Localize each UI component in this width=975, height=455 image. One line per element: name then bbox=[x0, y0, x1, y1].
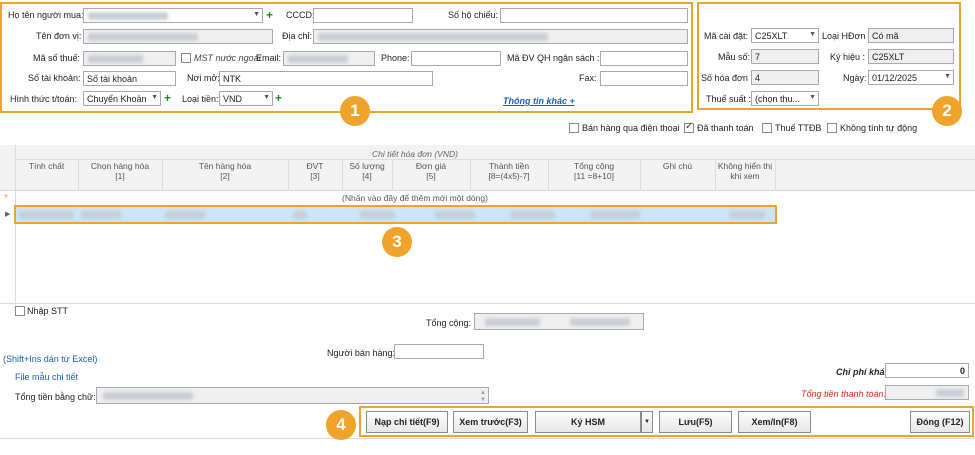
grand-total-label: Tổng tiền thanh toán: bbox=[801, 389, 887, 399]
badge-3: 3 bbox=[382, 227, 412, 257]
grand-total-field bbox=[885, 385, 969, 400]
other-fee-field[interactable]: 0 bbox=[885, 363, 969, 378]
badge-1: 1 bbox=[340, 96, 370, 126]
new-row-icon: * bbox=[4, 193, 8, 204]
col-header: ĐVT [3] bbox=[306, 161, 324, 181]
sample-file-link[interactable]: File mẫu chi tiết bbox=[15, 372, 78, 382]
col-header: Đơn giá [5] bbox=[415, 161, 447, 181]
amount-words-label: Tổng tiền bằng chữ: bbox=[15, 392, 96, 402]
col-header: Tên hàng hóa [2] bbox=[198, 161, 252, 181]
phone-sale-checkbox[interactable] bbox=[569, 123, 579, 133]
no-auto-label: Không tính tự động bbox=[840, 123, 918, 133]
no-auto-checkbox[interactable] bbox=[827, 123, 837, 133]
seller-field[interactable] bbox=[394, 344, 484, 359]
new-row-hint[interactable]: (Nhấn vào đây để thêm mới một dòng) bbox=[15, 192, 815, 205]
col-header: Ghi chú bbox=[662, 161, 693, 171]
paste-excel-link[interactable]: (Shift+Ins dán từ Excel) bbox=[3, 354, 97, 364]
badge-4: 4 bbox=[326, 410, 356, 440]
col-header: Không hiển thị khi xem bbox=[717, 161, 773, 181]
highlight-box-3 bbox=[14, 205, 777, 224]
total-field bbox=[474, 313, 644, 330]
enter-stt-label: Nhập STT bbox=[27, 306, 69, 316]
badge-2: 2 bbox=[932, 96, 962, 126]
special-tax-label: Thuế TTĐB bbox=[775, 123, 822, 133]
highlight-box-1 bbox=[0, 2, 693, 113]
special-tax-checkbox[interactable] bbox=[762, 123, 772, 133]
seller-label: Người bán hàng: bbox=[327, 348, 395, 358]
amount-words-field[interactable]: ▲ ▼ bbox=[96, 387, 489, 404]
enter-stt-checkbox[interactable] bbox=[15, 306, 25, 316]
col-header: Số lượng [4] bbox=[349, 161, 385, 181]
col-header: Chọn hàng hóa [1] bbox=[90, 161, 150, 181]
phone-sale-label: Bán hàng qua điện thoại bbox=[582, 123, 680, 133]
highlight-box-4 bbox=[359, 406, 974, 437]
col-header: Thành tiền [8=(4x5)-7] bbox=[488, 161, 530, 181]
total-label: Tổng cộng: bbox=[426, 318, 472, 328]
grid-header: Chi tiết hóa đơn (VND) Tính chất Chọn hà… bbox=[0, 145, 975, 191]
paid-label: Đã thanh toán bbox=[697, 123, 754, 133]
highlight-box-2 bbox=[697, 2, 961, 110]
paid-checkbox[interactable] bbox=[684, 121, 694, 133]
row-pointer-icon: ▶ bbox=[5, 211, 11, 218]
col-header: Tổng cộng [11 =8+10] bbox=[573, 161, 615, 181]
col-header: Tính chất bbox=[28, 161, 65, 171]
grid-group-title: Chi tiết hóa đơn (VND) bbox=[372, 149, 458, 159]
scroll-down-icon[interactable]: ▼ bbox=[480, 394, 486, 403]
